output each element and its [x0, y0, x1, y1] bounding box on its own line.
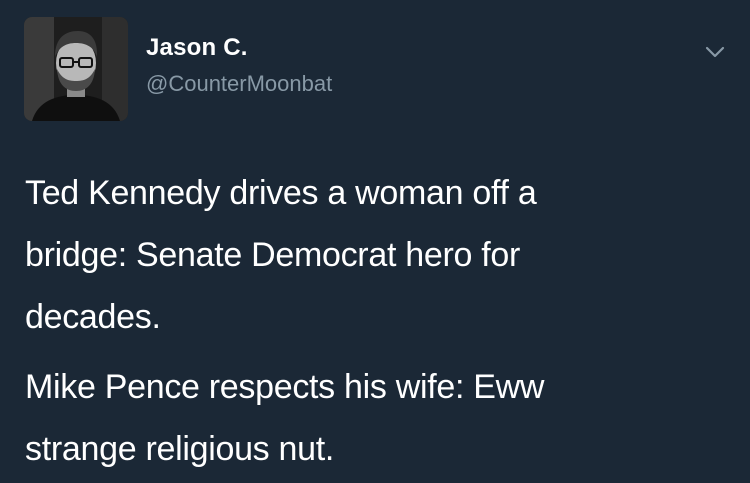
tweet-text: Ted Kennedy drives a woman off a bridge:… — [25, 162, 725, 480]
author-name[interactable]: Jason C. — [146, 34, 248, 62]
tweet-paragraph: Mike Pence respects his wife: Eww strang… — [25, 356, 725, 480]
chevron-down-icon[interactable] — [700, 40, 730, 64]
tweet-line: bridge: Senate Democrat hero for — [25, 236, 521, 274]
tweet-line: Mike Pence respects his wife: Eww — [25, 368, 545, 406]
avatar[interactable] — [24, 17, 128, 121]
profile-photo — [24, 17, 128, 121]
tweet-line: decades. — [25, 298, 161, 336]
author-handle[interactable]: @CounterMoonbat — [146, 71, 332, 97]
tweet-line: Ted Kennedy drives a woman off a — [25, 174, 537, 212]
tweet-line: strange religious nut. — [25, 430, 335, 468]
tweet-paragraph: Ted Kennedy drives a woman off a bridge:… — [25, 162, 725, 348]
